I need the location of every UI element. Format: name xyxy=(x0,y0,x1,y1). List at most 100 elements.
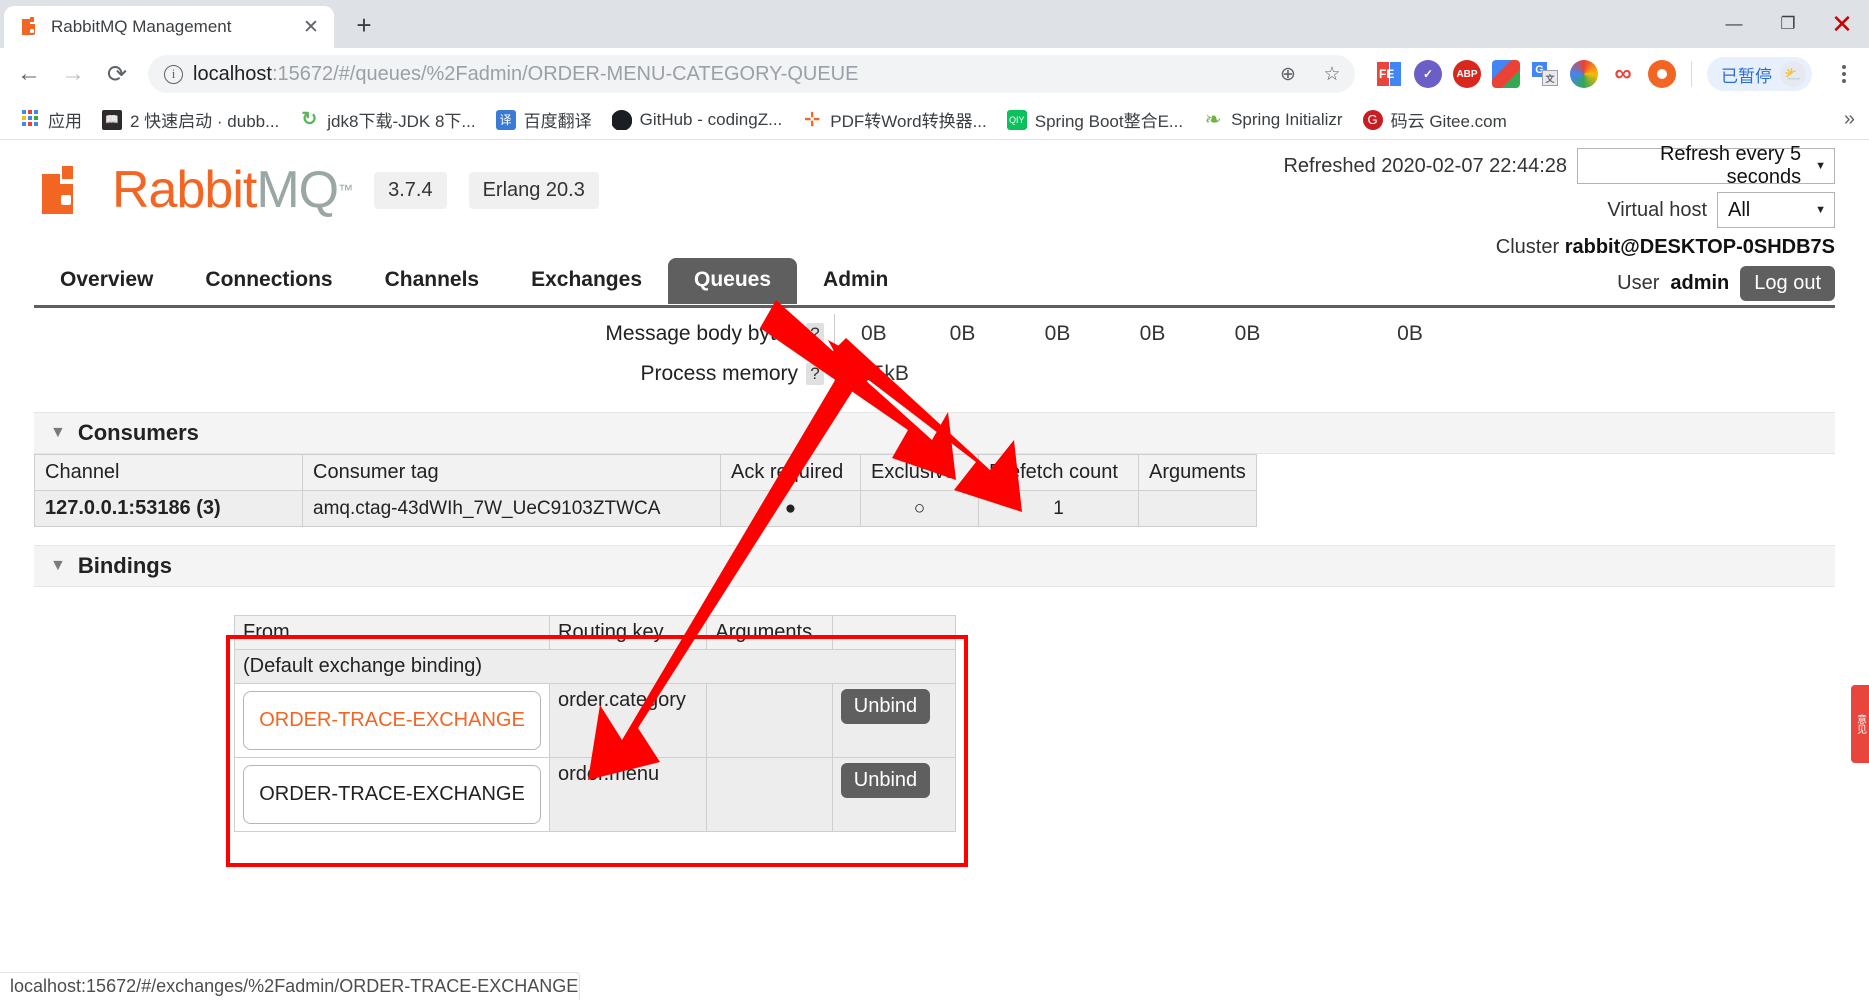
reload-icon[interactable]: ⟳ xyxy=(98,55,136,93)
queue-stats: Message body bytes ? 0B 0B 0B 0B 0B 0B P… xyxy=(34,314,1835,394)
col-arguments[interactable]: Arguments xyxy=(1138,454,1257,491)
tab-queues[interactable]: Queues xyxy=(668,258,798,304)
tab-overview[interactable]: Overview xyxy=(34,258,179,304)
bookmark-label: Spring Initializr xyxy=(1231,109,1343,129)
pinwheel-extension-icon[interactable] xyxy=(1570,60,1598,88)
new-tab-button[interactable]: + xyxy=(344,5,384,45)
google-translate-extension-icon[interactable]: G文 xyxy=(1531,60,1559,88)
stat-value: 0B xyxy=(1139,322,1166,345)
window-close-icon[interactable]: ✕ xyxy=(1815,0,1869,48)
tab-connections[interactable]: Connections xyxy=(179,258,358,304)
bookmark-gitee[interactable]: G 码云 Gitee.com xyxy=(1353,103,1517,136)
logo-row: RabbitMQ™ 3.7.4 Erlang 20.3 xyxy=(42,164,599,216)
back-icon[interactable]: ← xyxy=(10,55,48,93)
cluster-name: rabbit@DESKTOP-0SHDB7S xyxy=(1564,236,1835,258)
bookmark-dubbo[interactable]: 📖 2 快速启动 · dubb... xyxy=(92,103,289,136)
stat-value: 0B xyxy=(949,322,976,345)
bookmark-spring-initializr[interactable]: ❧ Spring Initializr xyxy=(1193,106,1353,134)
stat-values: 0B 0B 0B 0B 0B 0B xyxy=(834,314,1525,354)
infinity-extension-icon[interactable]: ∞ xyxy=(1609,60,1637,88)
stat-label: Process memory ? xyxy=(34,362,834,386)
stat-value: 0B xyxy=(1044,322,1071,345)
logo-orange: Rabbit xyxy=(112,161,257,219)
user-box: User admin Log out xyxy=(1617,266,1835,301)
bindings-section-header[interactable]: ▼ Bindings xyxy=(34,545,1835,587)
vhost-select[interactable]: All ▼ xyxy=(1717,192,1835,228)
adblock-extension-icon[interactable]: ABP xyxy=(1453,60,1481,88)
main-navigation: Overview Connections Channels Exchanges … xyxy=(34,258,1835,308)
bookmarks-overflow-icon[interactable]: » xyxy=(1844,108,1859,131)
tab-strip: RabbitMQ Management ✕ + — ❐ ✕ xyxy=(0,0,1869,48)
address-bar[interactable]: i localhost:15672/#/queues/%2Fadmin/ORDE… xyxy=(148,55,1355,93)
gitee-icon: G xyxy=(1362,109,1383,130)
forward-icon[interactable]: → xyxy=(54,55,92,93)
erlang-badge: Erlang 20.3 xyxy=(468,171,599,209)
weather-icon: ⛅ xyxy=(1780,61,1806,87)
stat-row-message-body-bytes: Message body bytes ? 0B 0B 0B 0B 0B 0B xyxy=(34,314,1835,354)
orange-extension-icon[interactable] xyxy=(1648,60,1676,88)
bookmark-jdk8[interactable]: ↻ jdk8下载-JDK 8下... xyxy=(289,103,485,136)
user-name: admin xyxy=(1670,272,1730,294)
cell-prefetch-count: 1 xyxy=(978,490,1139,527)
check-extension-icon[interactable]: ✓ xyxy=(1414,60,1442,88)
stat-value: 0B xyxy=(861,322,887,345)
cell-channel[interactable]: 127.0.0.1:53186 (3) xyxy=(34,490,303,527)
col-prefetch-count[interactable]: Prefetch count xyxy=(978,454,1139,491)
rabbitmq-management-page: RabbitMQ™ 3.7.4 Erlang 20.3 Refreshed 20… xyxy=(0,140,1869,1000)
col-ack-required[interactable]: Ack required xyxy=(720,454,861,491)
bookmark-label: 百度翻译 xyxy=(523,112,592,131)
flash-extension-icon[interactable] xyxy=(1492,60,1520,88)
nav-tabs: Overview Connections Channels Exchanges … xyxy=(34,258,1835,304)
vhost-value: All xyxy=(1728,198,1751,221)
refresh-interval-select[interactable]: Refresh every 5 seconds ▼ xyxy=(1577,143,1835,188)
version-badge: 3.7.4 xyxy=(374,171,447,209)
cell-consumer-tag: amq.ctag-43dWIh_7W_UeC9103ZTWCA xyxy=(302,490,721,527)
tab-exchanges[interactable]: Exchanges xyxy=(505,258,668,304)
bookmark-baidu-translate[interactable]: 译 百度翻译 xyxy=(486,103,602,136)
jdk-icon: ↻ xyxy=(299,109,320,130)
tab-channels[interactable]: Channels xyxy=(359,258,506,304)
rabbitmq-wordmark: RabbitMQ™ xyxy=(112,161,353,219)
logout-button[interactable]: Log out xyxy=(1740,266,1835,301)
annotation-highlight-box xyxy=(226,635,968,867)
bookmark-apps[interactable]: 应用 xyxy=(10,103,92,136)
help-icon[interactable]: ? xyxy=(806,363,824,385)
bookmark-pdf[interactable]: ⊹ PDF转Word转换器... xyxy=(792,103,996,136)
col-channel[interactable]: Channel xyxy=(34,454,303,491)
col-consumer-tag[interactable]: Consumer tag xyxy=(302,454,721,491)
window-controls: — ❐ ✕ xyxy=(1707,0,1869,48)
github-icon: ⬤ xyxy=(611,109,632,130)
tab-admin[interactable]: Admin xyxy=(797,258,914,304)
col-exclusive[interactable]: Exclusive xyxy=(860,454,979,491)
url-path: :15672/#/queues/%2Fadmin/ORDER-MENU-CATE… xyxy=(271,62,859,85)
bookmark-star-icon[interactable]: ☆ xyxy=(1315,57,1349,91)
bookmark-springboot[interactable]: QIY Spring Boot整合E... xyxy=(997,103,1193,136)
refresh-interval-value: Refresh every 5 seconds xyxy=(1659,143,1802,188)
maximize-icon[interactable]: ❐ xyxy=(1761,0,1815,48)
pause-status-button[interactable]: 已暂停 ⛅ xyxy=(1707,57,1812,91)
bookmark-github[interactable]: ⬤ GitHub - codingZ... xyxy=(602,106,793,134)
consumers-section-header[interactable]: ▼ Consumers xyxy=(34,412,1835,454)
chevron-down-icon: ▼ xyxy=(1815,160,1826,172)
zoom-icon[interactable]: ⊕ xyxy=(1271,57,1305,91)
side-feedback-tab[interactable]: 意见 xyxy=(1851,685,1869,763)
stat-value: 15kB xyxy=(861,362,909,385)
bindings-area: From Routing key Arguments (Default exch… xyxy=(34,615,1835,867)
help-icon[interactable]: ? xyxy=(806,323,824,345)
qiyi-icon: QIY xyxy=(1006,109,1027,130)
book-icon: 📖 xyxy=(102,109,122,130)
fe-extension-icon[interactable]: FE xyxy=(1375,60,1403,88)
browser-menu-icon[interactable] xyxy=(1829,65,1859,83)
rabbitmq-logo-icon xyxy=(42,166,90,214)
cell-ack-required: ● xyxy=(720,490,861,527)
minimize-icon[interactable]: — xyxy=(1707,0,1761,48)
rabbitmq-header: RabbitMQ™ 3.7.4 Erlang 20.3 Refreshed 20… xyxy=(34,140,1835,258)
status-bar: localhost:15672/#/exchanges/%2Fadmin/ORD… xyxy=(0,972,580,1000)
bookmark-label: GitHub - codingZ... xyxy=(639,109,783,129)
close-icon[interactable]: ✕ xyxy=(300,16,322,38)
bindings-title: Bindings xyxy=(77,553,172,578)
consumers-table-wrap: Channel Consumer tag Ack required Exclus… xyxy=(34,454,1835,527)
browser-tab-rabbitmq[interactable]: RabbitMQ Management ✕ xyxy=(4,6,334,48)
stat-row-process-memory: Process memory ? 15kB xyxy=(34,354,1835,394)
site-info-icon[interactable]: i xyxy=(164,64,183,84)
